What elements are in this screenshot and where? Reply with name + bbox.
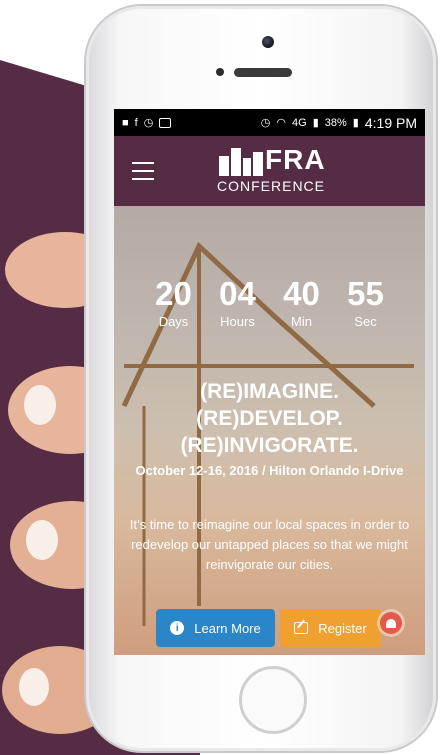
countdown-minutes: 40 Min bbox=[278, 275, 326, 330]
alarm-icon: ◷ bbox=[143, 117, 154, 129]
hero-headline: (RE)IMAGINE. (RE)DEVELOP. (RE)INVIGORATE… bbox=[114, 378, 425, 459]
register-label: Register bbox=[318, 620, 367, 636]
headline-line: (RE)IMAGINE. bbox=[200, 380, 339, 403]
menu-icon[interactable] bbox=[132, 162, 154, 180]
learn-more-label: Learn More bbox=[194, 620, 261, 636]
countdown-label: Min bbox=[291, 314, 312, 329]
countdown-timer: 20 Days 04 Hours 40 Min 55 Sec bbox=[114, 275, 425, 330]
phone-screen: ■ f ◷ ◷ ◠ 4G ▮ 38% ▮ 4:19 PM FRA CONFERE… bbox=[114, 109, 425, 655]
hero-tagline: It’s time to reimagine our local spaces … bbox=[129, 517, 410, 572]
home-button[interactable] bbox=[239, 666, 307, 734]
logo-skyline-icon bbox=[219, 148, 263, 176]
logo-sub-text: CONFERENCE bbox=[217, 178, 326, 194]
status-bar: ■ f ◷ ◷ ◠ 4G ▮ 38% ▮ 4:19 PM bbox=[114, 109, 425, 136]
countdown-value: 04 bbox=[219, 275, 256, 312]
sensor-icon bbox=[216, 68, 224, 76]
alarm-icon: ◷ bbox=[260, 117, 271, 129]
bell-icon bbox=[386, 618, 396, 628]
countdown-value: 40 bbox=[283, 275, 320, 312]
logo-main-text: FRA bbox=[265, 144, 326, 175]
countdown-hours: 04 Hours bbox=[214, 275, 262, 330]
countdown-label: Sec bbox=[354, 314, 377, 329]
headline-line: (RE)INVIGORATE. bbox=[180, 434, 359, 457]
signal-icon: ▮ bbox=[312, 117, 319, 129]
learn-more-button[interactable]: i Learn More bbox=[156, 609, 275, 647]
gallery-icon bbox=[159, 117, 172, 128]
speaker-grille bbox=[234, 68, 292, 77]
wifi-icon: ◠ bbox=[276, 117, 287, 129]
network-label: 4G bbox=[292, 116, 307, 129]
countdown-value: 20 bbox=[155, 275, 192, 312]
event-date-location: October 12-16, 2016 / Hilton Orlando I-D… bbox=[135, 463, 404, 478]
countdown-value: 55 bbox=[347, 275, 384, 312]
edit-icon bbox=[294, 622, 309, 634]
battery-percent: 38% bbox=[324, 116, 347, 129]
register-button[interactable]: Register bbox=[280, 609, 381, 647]
headline-line: (RE)DEVELOP. bbox=[196, 407, 343, 430]
facebook-icon: f bbox=[134, 116, 138, 129]
front-camera-icon bbox=[262, 36, 274, 48]
countdown-label: Days bbox=[158, 314, 189, 329]
hero-section: 20 Days 04 Hours 40 Min 55 Sec (RE)IMAGI… bbox=[114, 206, 425, 655]
countdown-label: Hours bbox=[220, 314, 255, 329]
nav-bar: FRA CONFERENCE bbox=[114, 136, 425, 206]
battery-icon: ▮ bbox=[352, 117, 359, 129]
notification-bell-button[interactable] bbox=[380, 612, 402, 634]
status-time: 4:19 PM bbox=[364, 114, 417, 131]
logo[interactable]: FRA CONFERENCE bbox=[217, 144, 337, 198]
message-icon: ■ bbox=[122, 116, 129, 129]
info-icon: i bbox=[170, 621, 185, 635]
countdown-days: 20 Days bbox=[150, 275, 198, 330]
countdown-seconds: 55 Sec bbox=[342, 275, 390, 330]
